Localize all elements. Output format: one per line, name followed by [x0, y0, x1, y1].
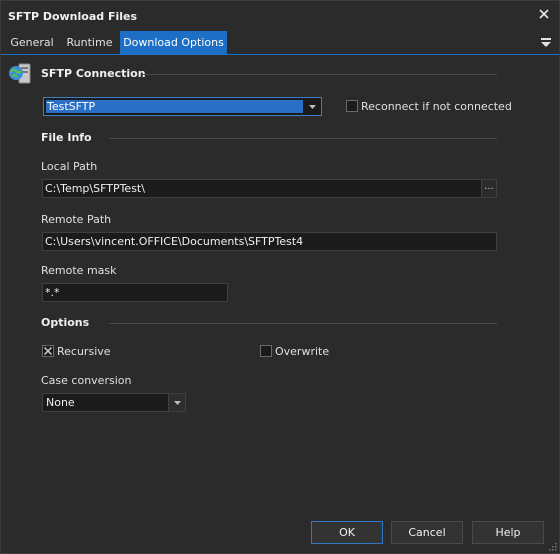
check-icon	[44, 347, 52, 355]
close-icon[interactable]	[537, 7, 551, 21]
remote-mask-label: Remote mask	[41, 264, 117, 277]
overwrite-checkbox[interactable]	[260, 345, 272, 357]
dialog-footer: OK Cancel Help	[1, 512, 559, 553]
title-bar: SFTP Download Files	[1, 1, 559, 31]
remote-path-label: Remote Path	[41, 213, 112, 226]
overwrite-label: Overwrite	[275, 345, 330, 358]
remote-path-input[interactable]: C:\Users\vincent.OFFICE\Documents\SFTPTe…	[42, 232, 497, 251]
options-section-divider	[109, 323, 497, 324]
resize-grip-icon[interactable]	[548, 542, 557, 551]
remote-path-value: C:\Users\vincent.OFFICE\Documents\SFTPTe…	[45, 235, 304, 248]
case-conversion-value: None	[46, 396, 75, 409]
case-conversion-label: Case conversion	[41, 374, 132, 387]
reconnect-checkbox[interactable]	[346, 100, 358, 112]
local-path-value: C:\Temp\SFTPTest\	[45, 182, 145, 195]
chevron-down-icon[interactable]	[304, 98, 321, 115]
case-conversion-select[interactable]: None	[42, 393, 186, 412]
file-info-section-divider	[109, 138, 497, 139]
browse-button[interactable]: ...	[481, 180, 496, 197]
window-title: SFTP Download Files	[8, 10, 138, 23]
help-button[interactable]: Help	[472, 521, 544, 544]
sftp-section-title: SFTP Connection	[41, 67, 146, 80]
tab-bar: General Runtime Download Options	[1, 31, 559, 55]
cancel-button[interactable]: Cancel	[391, 521, 463, 544]
recursive-checkbox[interactable]	[42, 345, 54, 357]
remote-mask-value: *.*	[45, 286, 60, 299]
sftp-connection-select[interactable]: TestSFTP	[43, 97, 322, 116]
tab-menu-icon[interactable]	[541, 38, 551, 47]
local-path-label: Local Path	[41, 160, 98, 173]
sftp-connection-value: TestSFTP	[46, 100, 303, 113]
local-path-input[interactable]: C:\Temp\SFTPTest\ ...	[42, 179, 497, 198]
sftp-connection-icon	[9, 63, 31, 84]
remote-mask-input[interactable]: *.*	[42, 283, 228, 302]
file-info-section-title: File Info	[41, 131, 92, 144]
sftp-section-divider	[143, 74, 497, 75]
ok-button[interactable]: OK	[311, 521, 383, 544]
tab-download-options[interactable]: Download Options	[120, 31, 227, 54]
chevron-down-icon[interactable]	[168, 394, 185, 411]
download-options-panel: SFTP Connection TestSFTP Reconnect if no…	[1, 56, 559, 512]
tab-runtime[interactable]: Runtime	[61, 31, 118, 54]
options-section-title: Options	[41, 316, 90, 329]
recursive-label: Recursive	[57, 345, 111, 358]
reconnect-label: Reconnect if not connected	[361, 100, 512, 113]
tab-general[interactable]: General	[6, 31, 58, 54]
dialog-window: SFTP Download Files General Runtime Down…	[0, 0, 560, 554]
